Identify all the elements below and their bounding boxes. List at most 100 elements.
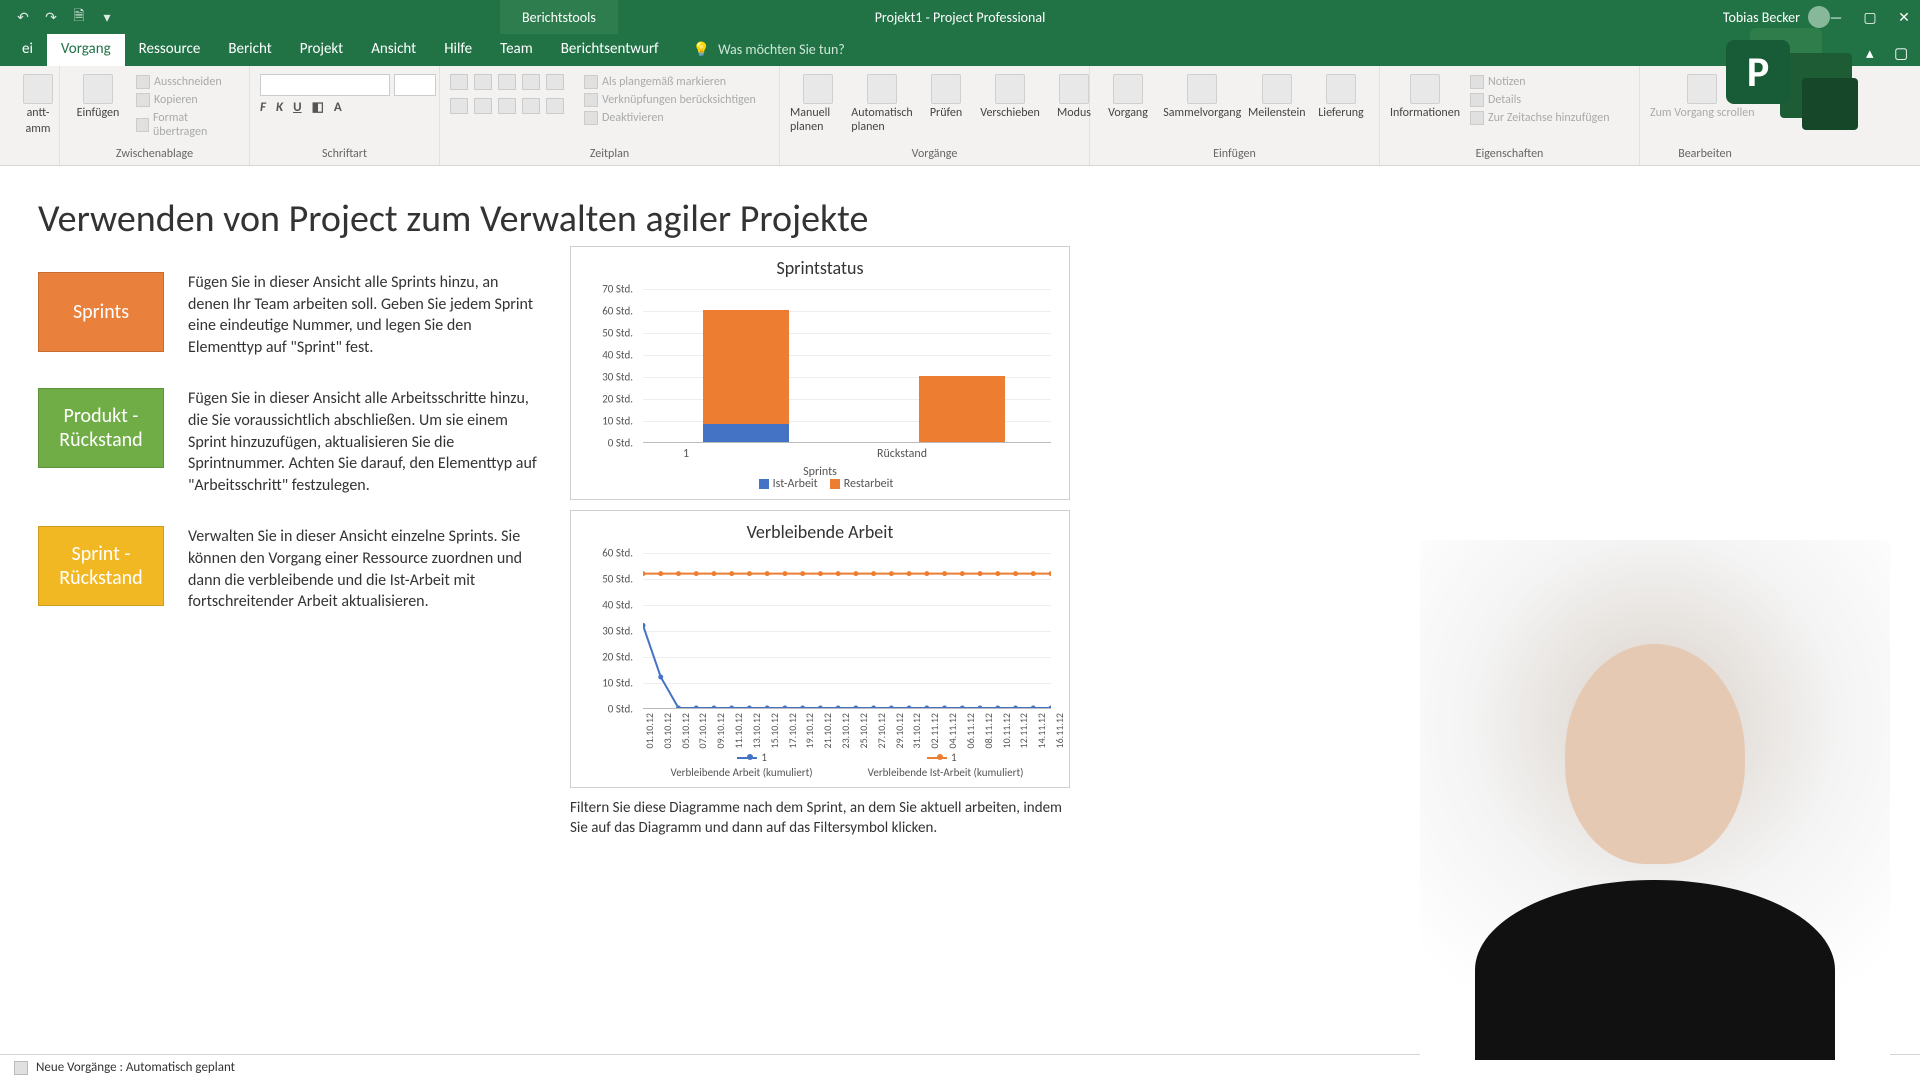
copy-button[interactable]: Kopieren [134,92,239,108]
split-icon[interactable] [546,98,564,114]
information-button[interactable]: Informationen [1390,74,1460,120]
gantt-label-2: amm [26,122,51,136]
tile-sprints[interactable]: Sprints [38,272,164,352]
tab-vorgang[interactable]: Vorgang [47,34,125,66]
group-schedule: Als plangemäß markieren Verknüpfungen be… [440,66,780,165]
mark-on-track-button[interactable]: Als plangemäß markieren [582,74,758,90]
redo-icon[interactable]: ↷ [42,8,60,26]
qat-customize-icon[interactable]: ▾ [98,8,116,26]
group-label: Zeitplan [450,145,769,163]
pct-0-icon[interactable] [450,74,468,90]
deactivate-button[interactable]: Deaktivieren [582,110,758,126]
pct-25-icon[interactable] [474,74,492,90]
milestone-button[interactable]: Meilenstein [1249,74,1305,120]
notes-icon [1470,75,1484,89]
font-size-select[interactable] [394,74,436,96]
task-icon [1113,74,1143,104]
font-color-button[interactable]: A [334,100,342,115]
outdent-icon[interactable] [450,98,468,114]
manual-schedule-button[interactable]: Manuell planen [790,74,846,134]
deliverable-button[interactable]: Lieferung [1313,74,1369,120]
group-properties: Informationen Notizen Details Zur Zeitac… [1380,66,1640,165]
move-button[interactable]: Verschieben [982,74,1038,120]
group-label: Schriftart [260,145,429,163]
tile-sprint-rueckstand[interactable]: Sprint - Rückstand [38,526,164,606]
group-insert: Vorgang Sammelvorgang Meilenstein Liefer… [1090,66,1380,165]
tab-projekt[interactable]: Projekt [286,34,357,66]
notes-button[interactable]: Notizen [1468,74,1612,90]
text-produkt-rueckstand: Fügen Sie in dieser Ansicht alle Arbeits… [188,388,538,496]
check-icon [584,75,598,89]
copy-icon [136,93,150,107]
ribbon-window-icon[interactable]: ▢ [1894,44,1910,60]
auto-schedule-button[interactable]: Automatisch planen [854,74,910,134]
timeline-icon [1470,111,1484,125]
manual-icon [803,74,833,104]
unlink-icon[interactable] [522,98,540,114]
group-tasks: Manuell planen Automatisch planen Prüfen… [780,66,1090,165]
paste-label: Einfügen [77,106,120,120]
gantt-chart-button[interactable]: antt- amm [10,74,66,136]
maximize-icon[interactable]: ▢ [1862,9,1878,26]
task-button[interactable]: Vorgang [1100,74,1156,120]
milestone-icon [1262,74,1292,104]
chart-sprintstatus[interactable]: Sprintstatus 0 Std.10 Std.20 Std.30 Std.… [570,246,1070,500]
italic-button[interactable]: K [276,100,283,115]
group-label: Zwischenablage [70,145,239,163]
tab-team[interactable]: Team [486,34,547,66]
cut-button[interactable]: Ausschneiden [134,74,239,90]
tab-file[interactable]: ei [8,34,47,66]
filter-hint-text: Filtern Sie diese Diagramme nach dem Spr… [570,798,1070,839]
tell-me-placeholder: Was möchten Sie tun? [718,41,845,58]
add-timeline-button[interactable]: Zur Zeitachse hinzufügen [1468,110,1612,126]
tab-berichtsentwurf[interactable]: Berichtsentwurf [547,34,673,66]
inspect-button[interactable]: Prüfen [918,74,974,120]
contextual-tab-label[interactable]: Berichtstools [500,0,618,34]
undo-icon[interactable]: ↶ [14,8,32,26]
cut-icon [136,75,150,89]
presenter-webcam-overlay [1420,540,1890,1060]
bar-plot-area: 0 Std.10 Std.20 Std.30 Std.40 Std.50 Std… [583,285,1057,475]
chart-title: Verbleibende Arbeit [583,521,1057,543]
deactivate-icon [584,111,598,125]
scroll-icon [1687,74,1717,104]
clipboard-small-buttons: Ausschneiden Kopieren Format übertragen [134,74,239,140]
summary-icon [1187,74,1217,104]
fill-color-button[interactable]: ◧ [312,100,324,115]
bold-button[interactable]: F [260,100,266,115]
block-produkt-rueckstand: Produkt - Rückstand Fügen Sie in dieser … [38,388,578,496]
tab-hilfe[interactable]: Hilfe [430,34,486,66]
tab-bericht[interactable]: Bericht [214,34,285,66]
pct-75-icon[interactable] [522,74,540,90]
status-mode-icon[interactable] [14,1061,28,1075]
close-icon[interactable]: ✕ [1896,9,1912,26]
chart-legend: 11Verbleibende Arbeit (kumuliert)Verblei… [643,751,1051,779]
respect-links-button[interactable]: Verknüpfungen berücksichtigen [582,92,758,108]
details-button[interactable]: Details [1468,92,1612,108]
paste-button[interactable]: Einfügen [70,74,126,120]
ribbon-collapse-icon[interactable]: ▴ [1866,44,1882,60]
block-sprints: Sprints Fügen Sie in dieser Ansicht alle… [38,272,578,358]
chart-title: Sprintstatus [583,257,1057,279]
format-painter-button[interactable]: Format übertragen [134,110,239,140]
underline-button[interactable]: U [293,100,302,115]
link-chain-icon [584,93,598,107]
ribbon-tabs: ei Vorgang Ressource Bericht Projekt Ans… [0,34,1920,66]
summary-button[interactable]: Sammelvorgang [1164,74,1241,120]
tab-ansicht[interactable]: Ansicht [357,34,430,66]
pct-100-icon[interactable] [546,74,564,90]
tell-me[interactable]: 💡 Was möchten Sie tun? [693,41,845,66]
new-doc-icon[interactable]: 🗎 [70,8,88,26]
mode-icon [1059,74,1089,104]
font-name-select[interactable] [260,74,390,96]
gantt-icon [23,74,53,104]
indent-icon[interactable] [474,98,492,114]
link-icon[interactable] [498,98,516,114]
deliverable-icon [1326,74,1356,104]
tile-produkt-rueckstand[interactable]: Produkt - Rückstand [38,388,164,468]
chart-verbleibende-arbeit[interactable]: Verbleibende Arbeit 0 Std.10 Std.20 Std.… [570,510,1070,788]
report-canvas: Verwenden von Project zum Verwalten agil… [0,166,1920,242]
pct-50-icon[interactable] [498,74,516,90]
tab-ressource[interactable]: Ressource [125,34,215,66]
text-sprint-rueckstand: Verwalten Sie in dieser Ansicht einzelne… [188,526,538,612]
